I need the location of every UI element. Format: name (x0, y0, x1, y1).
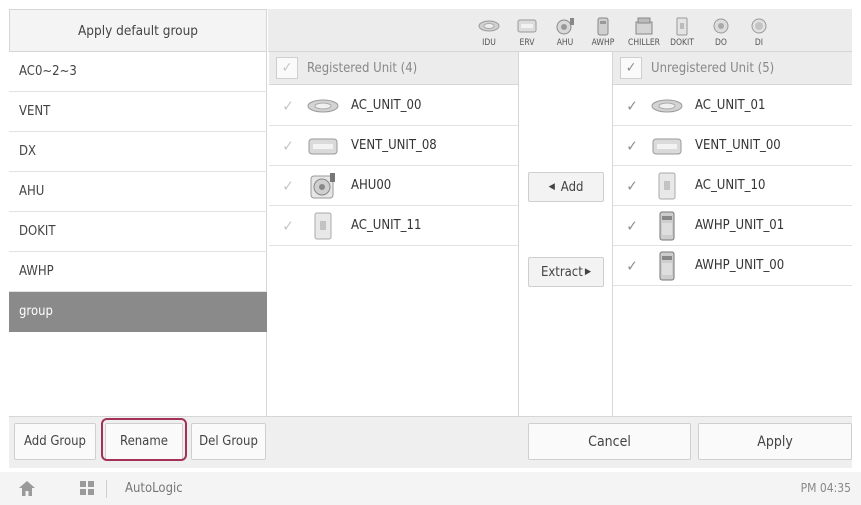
registered-unit-row[interactable]: ✓ AC_UNIT_11 (269, 206, 518, 246)
type-filter-awhp[interactable]: AWHP (586, 9, 620, 52)
app-name: AutoLogic (125, 481, 183, 496)
type-filter-ahu[interactable]: AHU (548, 9, 582, 52)
dokit-icon (676, 17, 688, 36)
awhp-icon (597, 17, 609, 36)
select-all-unregistered-checkbox[interactable]: ✓ (620, 57, 642, 79)
group-list: AC0~2~3 VENT DX AHU DOKIT AWHP group (9, 52, 267, 416)
group-item[interactable]: DOKIT (9, 212, 267, 252)
registered-unit-row[interactable]: ✓ AHU00 (269, 166, 518, 206)
erv-icon (517, 19, 537, 33)
unregistered-unit-row[interactable]: ✓ AWHP_UNIT_01 (613, 206, 852, 246)
group-item[interactable]: AHU (9, 172, 267, 212)
dokit-icon (303, 211, 343, 241)
arrow-right-icon: ▶ (584, 267, 592, 277)
group-item-selected[interactable]: group (9, 292, 267, 332)
extract-button[interactable]: Extract ▶ (528, 257, 604, 287)
status-bar: AutoLogic PM 04:35 (0, 472, 861, 505)
ahu-icon (556, 18, 574, 35)
ahu-icon (303, 172, 343, 200)
unit-type-toolbar: IDU ERV AHU AWHP CHILLER DOKIT DO DI (268, 9, 852, 52)
unregistered-header[interactable]: ✓ Unregistered Unit (5) (613, 52, 852, 85)
check-icon: ✓ (282, 96, 294, 115)
cancel-button[interactable]: Cancel (528, 423, 691, 460)
apply-default-group-label: Apply default group (78, 22, 198, 39)
check-icon: ✓ (282, 216, 294, 235)
select-all-registered-checkbox[interactable]: ✓ (276, 57, 298, 79)
type-filter-di[interactable]: DI (742, 9, 776, 52)
check-icon: ✓ (626, 136, 638, 155)
check-icon: ✓ (626, 96, 638, 115)
dokit-icon (647, 171, 687, 201)
check-icon: ✓ (626, 216, 638, 235)
group-item[interactable]: AC0~2~3 (9, 52, 267, 92)
clock: PM 04:35 (800, 481, 851, 495)
do-icon (713, 18, 729, 34)
idu-icon (647, 96, 687, 116)
di-icon (751, 18, 767, 34)
group-item[interactable]: VENT (9, 92, 267, 132)
home-icon[interactable] (18, 480, 36, 501)
del-group-button[interactable]: Del Group (191, 423, 266, 460)
apply-button[interactable]: Apply (698, 423, 852, 460)
check-icon: ✓ (625, 60, 637, 76)
unregistered-unit-row[interactable]: ✓ AC_UNIT_10 (613, 166, 852, 206)
type-filter-erv[interactable]: ERV (510, 9, 544, 52)
type-filter-dokit[interactable]: DOKIT (665, 9, 699, 52)
group-item[interactable]: DX (9, 132, 267, 172)
registered-unit-row[interactable]: ✓ AC_UNIT_00 (269, 86, 518, 126)
check-icon: ✓ (626, 176, 638, 195)
group-item[interactable]: AWHP (9, 252, 267, 292)
awhp-icon (647, 210, 687, 242)
check-icon: ✓ (282, 136, 294, 155)
registered-header[interactable]: ✓ Registered Unit (4) (269, 52, 518, 85)
unregistered-unit-row[interactable]: ✓ AWHP_UNIT_00 (613, 246, 852, 286)
registered-unit-row[interactable]: ✓ VENT_UNIT_08 (269, 126, 518, 166)
idu-icon (478, 20, 500, 32)
add-group-button[interactable]: Add Group (14, 423, 96, 460)
check-icon: ✓ (626, 256, 638, 275)
erv-icon (647, 135, 687, 157)
rename-highlight (101, 418, 187, 461)
divider (518, 52, 519, 416)
apply-default-group-button[interactable]: Apply default group (9, 9, 267, 52)
chiller-icon (635, 17, 653, 35)
check-icon: ✓ (281, 60, 293, 76)
type-filter-idu[interactable]: IDU (472, 9, 506, 52)
apps-grid-icon[interactable] (80, 481, 95, 500)
awhp-icon (647, 250, 687, 282)
idu-icon (303, 96, 343, 116)
arrow-left-icon: ◀ (548, 182, 555, 192)
add-button[interactable]: ◀ Add (528, 172, 604, 202)
check-icon: ✓ (282, 176, 294, 195)
erv-icon (303, 135, 343, 157)
type-filter-chiller[interactable]: CHILLER (624, 9, 664, 52)
type-filter-do[interactable]: DO (704, 9, 738, 52)
divider (106, 480, 107, 498)
unregistered-unit-row[interactable]: ✓ AC_UNIT_01 (613, 86, 852, 126)
unregistered-unit-row[interactable]: ✓ VENT_UNIT_00 (613, 126, 852, 166)
